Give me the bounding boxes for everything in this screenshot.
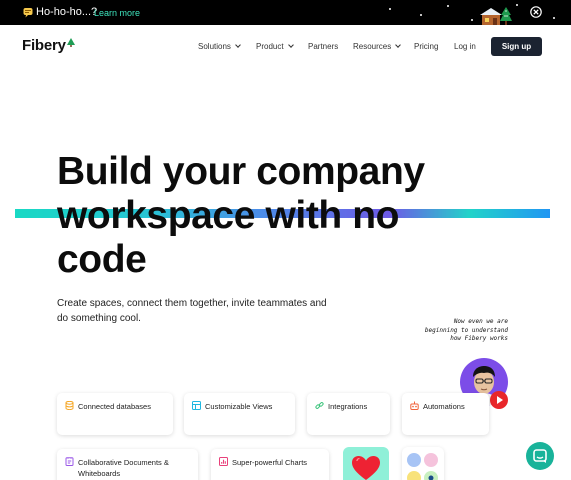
fibery-logo[interactable]: Fibery <box>22 37 66 54</box>
snowflake <box>389 8 391 10</box>
heart-icon <box>352 456 380 480</box>
signup-button[interactable]: Sign up <box>491 37 542 56</box>
snowflake <box>516 4 518 6</box>
chevron-down-icon <box>235 42 241 48</box>
note-line-3: how Fibery works <box>450 335 508 342</box>
close-icon[interactable] <box>530 6 542 18</box>
feature-customizable-views[interactable]: Customizable Views <box>184 393 295 435</box>
hero-subtitle: Create spaces, connect them together, in… <box>57 298 327 324</box>
learn-more-link[interactable]: Learn more <box>94 8 140 18</box>
speech-bubble-icon <box>23 8 33 18</box>
feature-label: Connected databases <box>78 402 151 411</box>
chevron-down-icon <box>287 42 294 48</box>
promo-text: Ho-ho-ho...? <box>36 6 98 18</box>
nav-product[interactable]: Product <box>256 42 294 51</box>
nav-partners-label: Partners <box>308 42 339 51</box>
nav-solutions[interactable]: Solutions <box>198 42 241 51</box>
snowflake <box>420 14 422 16</box>
feature-super-powerful-charts[interactable]: Super-powerful Charts <box>211 449 329 480</box>
feature-automations[interactable]: Automations <box>402 393 489 435</box>
color-dots-icon <box>407 453 438 480</box>
tree-icon <box>67 38 75 47</box>
chat-button[interactable] <box>526 442 554 470</box>
chat-icon <box>533 449 547 463</box>
feature-label: Collaborative Documents & Whiteboards <box>78 458 169 478</box>
snowflake <box>447 5 449 7</box>
automation-icon <box>410 401 419 410</box>
nav-partners[interactable]: Partners <box>308 42 338 51</box>
nav-login[interactable]: Log in <box>454 42 476 51</box>
nav-solutions-label: Solutions <box>198 42 231 51</box>
database-icon <box>65 401 74 410</box>
nav-login-label: Log in <box>454 42 476 51</box>
play-video-icon[interactable] <box>490 391 508 409</box>
chevron-down-icon <box>395 42 402 48</box>
hero-headline: Build your company workspace with no cod… <box>57 150 477 282</box>
feature-connected-databases[interactable]: Connected databases <box>57 393 173 435</box>
feature-label: Integrations <box>328 402 368 411</box>
views-icon <box>192 401 201 410</box>
nav-product-label: Product <box>256 42 284 51</box>
feature-label: Automations <box>423 402 465 411</box>
colors-tile <box>402 447 444 480</box>
nav-resources[interactable]: Resources <box>353 42 402 51</box>
feature-label: Super-powerful Charts <box>232 458 308 467</box>
feature-collaborative-documents[interactable]: Collaborative Documents & Whiteboards <box>57 449 198 480</box>
announcement-bar: Ho-ho-ho...? Learn more <box>0 0 571 25</box>
headline-line-2: workspace with no <box>57 194 400 237</box>
nav-resources-label: Resources <box>353 42 392 51</box>
headline-line-1: Build your company <box>57 150 425 193</box>
chart-icon <box>219 457 228 466</box>
snowflake <box>471 19 473 21</box>
snowflake <box>553 17 555 19</box>
nav-pricing[interactable]: Pricing <box>414 42 438 51</box>
cabin-icon <box>480 7 512 25</box>
heart-tile <box>343 447 389 480</box>
link-icon <box>315 402 324 409</box>
note-line-1: Now even we are <box>453 318 508 325</box>
note-line-2: beginning to understand <box>424 326 508 334</box>
feature-label: Customizable Views <box>205 402 273 411</box>
handwritten-note: Now even we are beginning to understand … <box>408 318 508 344</box>
nav-pricing-label: Pricing <box>414 42 439 51</box>
feature-integrations[interactable]: Integrations <box>307 393 390 435</box>
document-icon <box>65 457 74 466</box>
headline-line-3: code <box>57 238 147 281</box>
